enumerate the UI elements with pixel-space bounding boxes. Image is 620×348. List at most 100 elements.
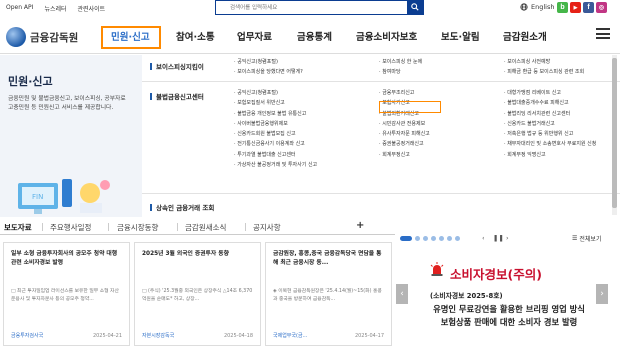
- search-box: [215, 0, 424, 15]
- page-dot[interactable]: [439, 236, 444, 241]
- page-dot[interactable]: [431, 236, 436, 241]
- nav-about[interactable]: 금감원소개: [503, 29, 547, 43]
- news-card[interactable]: 일부 소형 금융투자회사의 공모주 청약 대행 관련 소비자경보 발령 □ 최근…: [3, 242, 130, 346]
- menu-link[interactable]: 채무자대리인 및 소송변호사 무료지원 신청: [504, 139, 596, 149]
- hero-description: 금융민원 및 불법금융신고, 보이스피싱, 공부자료 고충민원 등 민원신고 서…: [8, 96, 126, 111]
- menu-link[interactable]: 신용카드 불법거래신고: [504, 119, 596, 129]
- card-source: 금융투자검사국: [11, 333, 44, 339]
- instagram-icon[interactable]: ◎: [596, 2, 607, 13]
- mega-menu-panel: 보이스피싱지킴이 공익신고(청렴포털) 보이스피싱을 당했다면 어떻게? 보이스…: [142, 55, 620, 217]
- section1-col1: 공익신고(청렴포털) 보이스피싱을 당했다면 어떻게?: [234, 57, 303, 78]
- page-dot-active[interactable]: [400, 236, 412, 241]
- view-all-link[interactable]: ☰ 전체보기: [572, 234, 601, 243]
- more-plus-icon[interactable]: +: [356, 220, 364, 231]
- section2-col2: 금융부조리신고 보험사기신고 불법외환거래신고 시민감사관 전용제보 유사투자자…: [379, 88, 430, 160]
- next-icon[interactable]: ›: [506, 234, 509, 242]
- section-voice-phishing[interactable]: 보이스피싱지킴이: [150, 61, 204, 71]
- card-title: 일부 소형 금융투자회사의 공모주 청약 대행 관련 소비자경보 발령: [11, 251, 118, 266]
- prev-icon[interactable]: ‹: [482, 234, 485, 242]
- highlight-box: [379, 101, 441, 113]
- divider: [142, 193, 620, 194]
- tab-news[interactable]: 금감원새소식: [185, 222, 226, 233]
- menu-link[interactable]: 저축은행 법규 등 위반행위 신고: [504, 129, 596, 139]
- language-link[interactable]: English: [520, 3, 554, 11]
- menu-link[interactable]: 시민감사관 전용제보: [379, 119, 430, 129]
- banner-prev-icon[interactable]: ‹: [396, 284, 408, 304]
- menu-link[interactable]: 보이스피싱 사전예방: [504, 57, 584, 67]
- card-desc: □ (주식) '25.3월중 외국인은 상장주식 △14조 6,370억원을 순…: [142, 289, 253, 302]
- tab-notice[interactable]: 공지사항: [253, 222, 281, 233]
- menu-icon[interactable]: [596, 28, 610, 39]
- nav-press[interactable]: 보도·알림: [441, 29, 480, 43]
- menu-link[interactable]: 신용카드회원 불법모집 신고: [234, 129, 317, 139]
- active-nav-highlight: [101, 26, 161, 49]
- related-sites-link[interactable]: 관련사이트: [78, 4, 106, 13]
- tab-events[interactable]: 주요행사일정: [50, 222, 91, 233]
- news-tabs: 보도자료 주요행사일정 금융시장동향 금감원새소식 공지사항 +: [0, 219, 395, 235]
- menu-link[interactable]: 보이스피싱을 당했다면 어떻게?: [234, 67, 303, 77]
- menu-link[interactable]: 대형가맹점 리베이트 신고: [504, 88, 596, 98]
- banner-message: 유명인 무료강연을 활용한 브리핑 영업 방식 보험상품 판매에 대한 소비자 …: [404, 303, 614, 329]
- facebook-icon[interactable]: f: [583, 2, 594, 13]
- menu-link[interactable]: 참여마당: [379, 67, 422, 77]
- menu-link[interactable]: 가상자산 불공정거래 및 투자사기 신고: [234, 160, 317, 170]
- search-button[interactable]: [407, 0, 423, 15]
- open-api-link[interactable]: Open API: [6, 4, 33, 13]
- section-inheritance-inquiry[interactable]: 상속인 금융거래 조회: [150, 202, 214, 212]
- menu-link[interactable]: 회계부정 익명신고: [504, 150, 596, 160]
- menu-link[interactable]: 회계부정신고: [379, 150, 430, 160]
- nav-consumer-protection[interactable]: 금융소비자보호: [356, 29, 417, 43]
- nav-participation[interactable]: 참여·소통: [176, 29, 215, 43]
- grid-icon: ☰: [572, 235, 578, 242]
- card-title: 2025년 3월 외국인 증권투자 동향: [142, 251, 229, 257]
- banner-controls: ‹ ❚❚ › ☰ 전체보기: [400, 232, 620, 246]
- menu-link[interactable]: 불법대출중개수수료 피해신고: [504, 98, 596, 108]
- menu-link[interactable]: 불법금융 개인정보 불법 유통신고: [234, 109, 317, 119]
- card-date: 2025-04-17: [354, 333, 384, 339]
- menu-link[interactable]: 투기과열 불법대출 신고센터: [234, 150, 317, 160]
- header: 금융감독원 민원·신고 참여·소통 업무자료 금융통계 금융소비자보호 보도·알…: [0, 16, 620, 54]
- search-icon: [411, 3, 419, 11]
- divider: [142, 81, 620, 82]
- menu-link[interactable]: 전기통신금융사기 이용계좌 신고: [234, 139, 317, 149]
- menu-link[interactable]: 불법리딩 리서치관련 신고센터: [504, 109, 596, 119]
- newsletter-link[interactable]: 뉴스레터: [44, 4, 66, 13]
- card-source: 자본시장감독국: [142, 333, 175, 339]
- menu-link[interactable]: 증권불공정거래신고: [379, 139, 430, 149]
- sns-links: b ▶ f ◎: [557, 2, 607, 13]
- menu-link[interactable]: 공익신고(청렴포털): [234, 57, 303, 67]
- tab-market[interactable]: 금융시장동향: [117, 222, 158, 233]
- nav-statistics[interactable]: 금융통계: [297, 29, 332, 43]
- nav-materials[interactable]: 업무자료: [237, 29, 272, 43]
- utility-bar: Open API 뉴스레터 관련사이트 English b ▶ f ◎: [0, 0, 620, 16]
- banner-next-icon[interactable]: ›: [596, 284, 608, 304]
- banner-title: 소비자경보(주의): [450, 267, 542, 282]
- tab-press-release[interactable]: 보도자료: [4, 222, 32, 233]
- menu-link[interactable]: 보험모집질서 위반신고: [234, 98, 317, 108]
- menu-link[interactable]: 금융부조리신고: [379, 88, 430, 98]
- section-illegal-finance[interactable]: 불법금융신고센터: [150, 91, 204, 101]
- section2-col3: 대형가맹점 리베이트 신고 불법대출중개수수료 피해신고 불법리딩 리서치관련 …: [504, 88, 596, 160]
- news-card[interactable]: 금감원장, 홍콩,중국 금융감독당국 면담을 통해 최근 금융시장 동... ◈…: [265, 242, 392, 346]
- youtube-icon[interactable]: ▶: [570, 2, 581, 13]
- consumer-alert-banner[interactable]: 소비자경보(주의) (소비자경보 2025-8호) 유명인 무료강연을 활용한 …: [394, 248, 620, 348]
- news-card[interactable]: 2025년 3월 외국인 증권투자 동향 □ (주식) '25.3월중 외국인은…: [134, 242, 261, 346]
- search-input[interactable]: [216, 1, 396, 14]
- main-nav: 민원·신고 참여·소통 업무자료 금융통계 금융소비자보호 보도·알림 금감원소…: [0, 26, 600, 46]
- blog-icon[interactable]: b: [557, 2, 568, 13]
- view-all-label: 전체보기: [579, 236, 602, 243]
- pause-icon[interactable]: ❚❚: [493, 234, 504, 242]
- menu-link[interactable]: 사이버불법금융행위제보: [234, 119, 317, 129]
- page-dot[interactable]: [423, 236, 428, 241]
- page-dot[interactable]: [415, 236, 420, 241]
- menu-link[interactable]: 피해금 환급 등 보이스피싱 관련 조회: [504, 67, 584, 77]
- menu-link[interactable]: 유사투자자문 피해신고: [379, 129, 430, 139]
- page-dot[interactable]: [447, 236, 452, 241]
- menu-link[interactable]: 공익신고(청렴포털): [234, 88, 317, 98]
- scrollbar-thumb[interactable]: [612, 58, 617, 208]
- card-desc: □ 최근 투자일임업 라이선스를 보유한 일부 소형 자산운용사 및 투자자문사…: [11, 289, 119, 302]
- section2-col1: 공익신고(청렴포털) 보험모집질서 위반신고 불법금융 개인정보 불법 유통신고…: [234, 88, 317, 170]
- menu-link[interactable]: 보이스피싱 한 눈에: [379, 57, 422, 67]
- page-dot[interactable]: [455, 236, 460, 241]
- banner-subtitle: (소비자경보 2025-8호): [430, 292, 503, 300]
